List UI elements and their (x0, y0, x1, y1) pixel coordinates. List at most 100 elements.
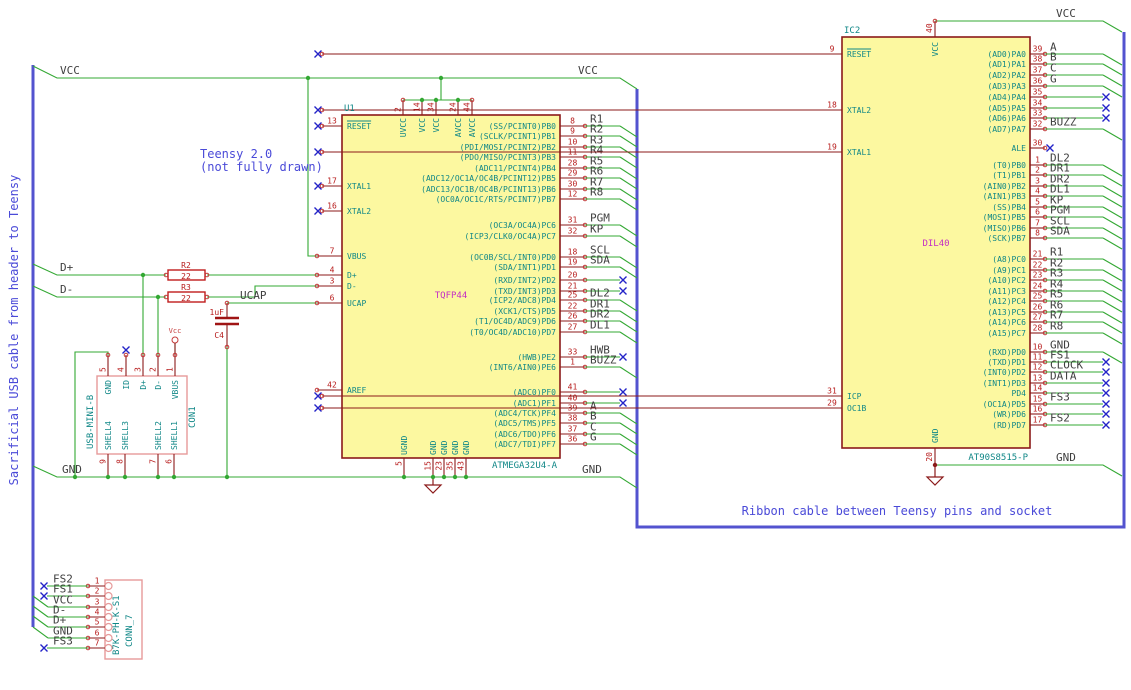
pin-name: (A12)PC4 (987, 297, 1026, 306)
no-connect-icon (619, 399, 627, 407)
pin-name: ID (122, 380, 131, 390)
bus-entry (1102, 300, 1123, 313)
junction-dot (932, 462, 938, 468)
pin-number: 18 (568, 248, 578, 257)
pin-name: D+ (139, 380, 148, 390)
pin-number: 33 (1033, 109, 1043, 118)
pin-name: (AIN1)PB3 (983, 192, 1027, 201)
c4-value: 1uF (210, 308, 225, 317)
pin-name: (A15)PC7 (987, 329, 1026, 338)
pin-name: (INT6/AIN0)PE6 (489, 363, 557, 372)
bus-entry (619, 135, 638, 148)
pin-name: (AD0)PA0 (987, 50, 1026, 59)
net-label: DL1 (590, 319, 610, 332)
pin-number: 3 (330, 277, 335, 286)
bus-entry (619, 266, 638, 279)
r2-reference: R2 (181, 261, 191, 270)
pin-name: (AD3)PA3 (987, 82, 1026, 91)
pin-name: (ADC13/OC1B/OC4B/PCINT13)PB6 (421, 185, 556, 194)
conn7-pin-circle[interactable] (104, 591, 113, 601)
pin-name: PD4 (1012, 389, 1027, 398)
dplus-label: D+ (60, 261, 74, 274)
ground-symbol-u1 (423, 477, 443, 494)
pin-number: 4 (95, 608, 100, 617)
junction-dot (122, 474, 128, 480)
pin-number: 34 (1033, 99, 1043, 108)
pin-number: 2 (149, 367, 158, 372)
conn7-pin-circle[interactable] (104, 633, 113, 643)
pin-number: 26 (568, 312, 578, 321)
bus-entry (1102, 279, 1123, 292)
pin-number: 37 (568, 425, 578, 434)
bus-entry (1102, 290, 1123, 303)
usb-connector-value: USB-MINI-B (86, 395, 96, 449)
bus-entry (1102, 185, 1123, 198)
ic2-vcc-wire (935, 20, 1123, 33)
pin-number: 25 (1033, 292, 1043, 301)
pin-number: 21 (568, 282, 578, 291)
bus-entry (619, 443, 638, 456)
bus-entry (619, 433, 638, 446)
conn7-pin-circle[interactable] (104, 581, 113, 591)
ic2-footprint: DIL40 (922, 239, 949, 249)
net-label: DATA (1050, 370, 1077, 383)
pin-number: 43 (457, 461, 466, 471)
pin-name: (AD6)PA6 (987, 114, 1026, 123)
pin-number: 4 (117, 367, 126, 372)
bus-entry (619, 366, 638, 379)
pin-name: UCAP (347, 299, 366, 308)
bus-entry (1102, 85, 1123, 98)
bus-entry (32, 605, 49, 618)
usb-cable-note: Sacrificial USB cable from header to Tee… (7, 175, 21, 486)
pin-number: 20 (568, 271, 578, 280)
pin-number: 2 (95, 587, 100, 596)
pin-name: RESET (847, 50, 871, 59)
no-connect-icon (1102, 93, 1110, 101)
pin-name: (AIN0)PB2 (983, 182, 1027, 191)
pin-name: GND (931, 428, 940, 443)
pin-number: 2 (1035, 166, 1040, 175)
net-label: BUZZ (1050, 116, 1077, 129)
pin-name: VCC (931, 42, 940, 57)
bus-entry (619, 331, 638, 344)
pin-number: 42 (327, 381, 337, 390)
bus-entry (619, 224, 638, 237)
pin-name: (PDO/MISO/PCINT3)PB3 (460, 153, 557, 162)
pin-number: 7 (330, 247, 335, 256)
pin-name: ICP (847, 392, 862, 401)
vcc-wire (32, 65, 638, 90)
ground-symbol-ic2 (925, 465, 945, 486)
no-connect-icon (619, 388, 627, 396)
pin-number: 24 (1033, 282, 1043, 291)
pin-name: (PDI/MOSI/PCINT2)PB2 (460, 143, 557, 152)
conn7-pin-circle[interactable] (104, 643, 113, 653)
conn7-pin-circle[interactable] (104, 622, 113, 632)
pin-number: 17 (1033, 416, 1043, 425)
pin-name: (T0/OC4D/ADC10)PD7 (469, 328, 556, 337)
bus-entry (32, 626, 49, 639)
pin-number: 28 (1033, 324, 1043, 333)
usb-connector-reference: CON1 (188, 406, 198, 428)
pin-name: AVCC (468, 118, 477, 137)
conn7-value: B7K-PH-K-S1 (112, 595, 122, 655)
pin-name: (A8)PC0 (992, 255, 1026, 264)
pin-number: 13 (1033, 374, 1043, 383)
pin-number: 29 (827, 399, 837, 408)
bus-entry (1102, 74, 1123, 87)
pin-number: 4 (330, 266, 335, 275)
pin-number: 36 (1033, 77, 1043, 86)
pin-name: (SCK)PB7 (987, 234, 1026, 243)
pin-number: 38 (1033, 55, 1043, 64)
conn7-pin-circle[interactable] (104, 612, 113, 622)
pin-name: (RD)PD7 (992, 421, 1026, 430)
pin-name: AVCC (454, 118, 463, 137)
pin-name: (AD5)PA5 (987, 104, 1026, 113)
pin-number: 5 (1035, 198, 1040, 207)
pin-number: 30 (568, 180, 578, 189)
pin-number: 8 (570, 117, 575, 126)
conn7-pin-circle[interactable] (104, 602, 113, 612)
pin-number: 23 (435, 461, 444, 471)
pin-name: RESET (347, 122, 371, 131)
teensy-note-line1: Teensy 2.0 (200, 147, 272, 161)
bus-entry (1102, 269, 1123, 282)
